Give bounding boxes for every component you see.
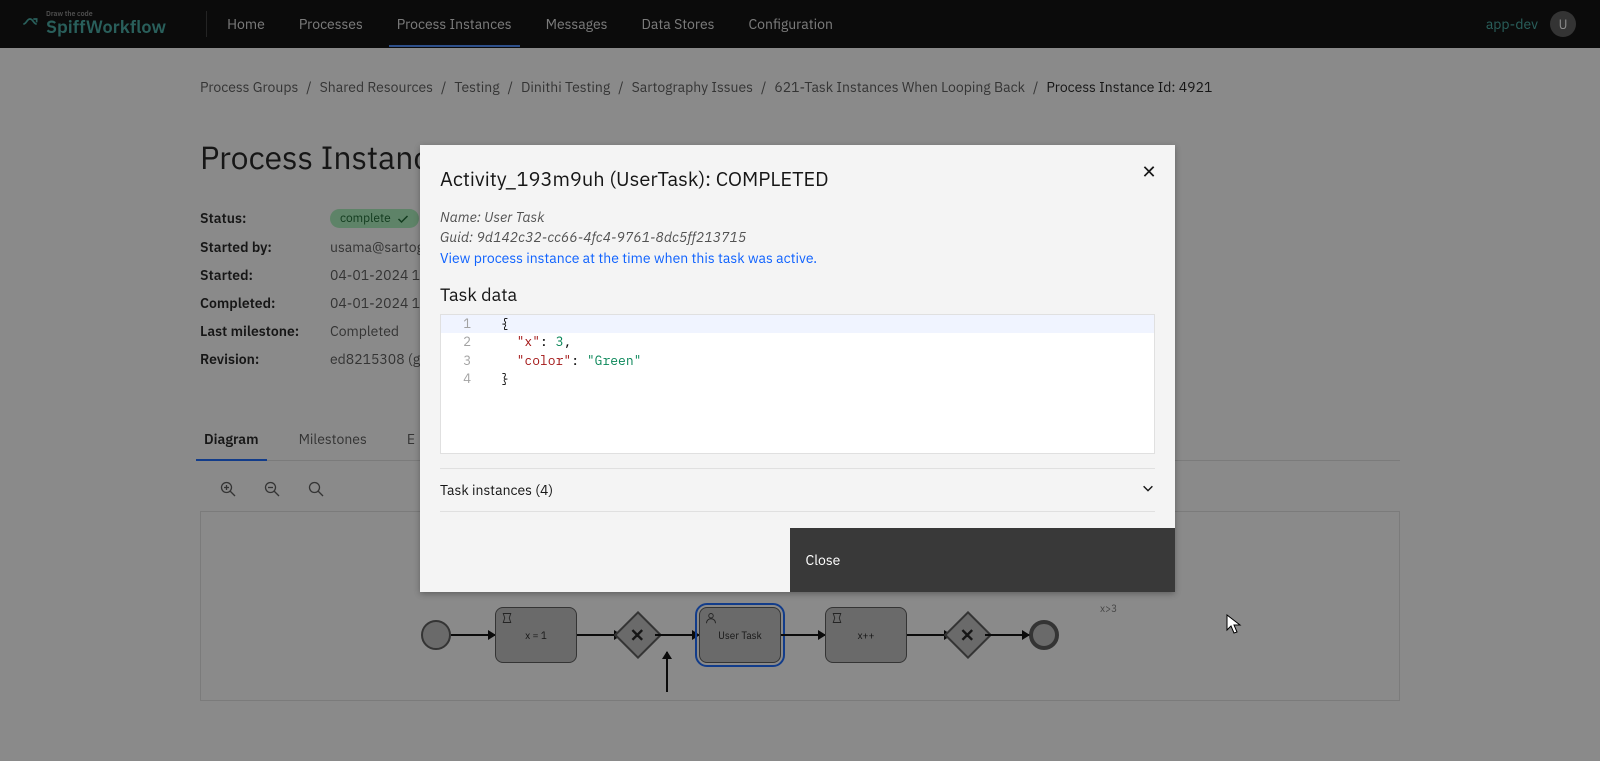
code-color-value: Green [595, 352, 634, 369]
task-data-heading: Task data [440, 283, 1155, 306]
view-instance-link[interactable]: View process instance at the time when t… [440, 249, 817, 267]
close-button-label: Close [806, 551, 841, 569]
chevron-down-icon [1141, 481, 1155, 499]
task-instances-accordion[interactable]: Task instances (4) [440, 468, 1155, 512]
code-editor[interactable]: 1{ 2 "x": 3, 3 "color": "Green" 4} [440, 314, 1155, 454]
modal-name-line: Name: User Task [440, 208, 1155, 228]
accordion-label: Task instances (4) [440, 481, 553, 499]
close-icon[interactable]: ✕ [1139, 161, 1159, 181]
task-modal: ✕ Activity_193m9uh (UserTask): COMPLETED… [420, 145, 1175, 592]
modal-guid-line: Guid: 9d142c32-cc66-4fc4-9761-8dc5ff2137… [440, 228, 1155, 248]
modal-footer: Close [420, 528, 1175, 592]
modal-title: Activity_193m9uh (UserTask): COMPLETED [440, 165, 1155, 192]
close-button[interactable]: Close [790, 528, 1176, 592]
